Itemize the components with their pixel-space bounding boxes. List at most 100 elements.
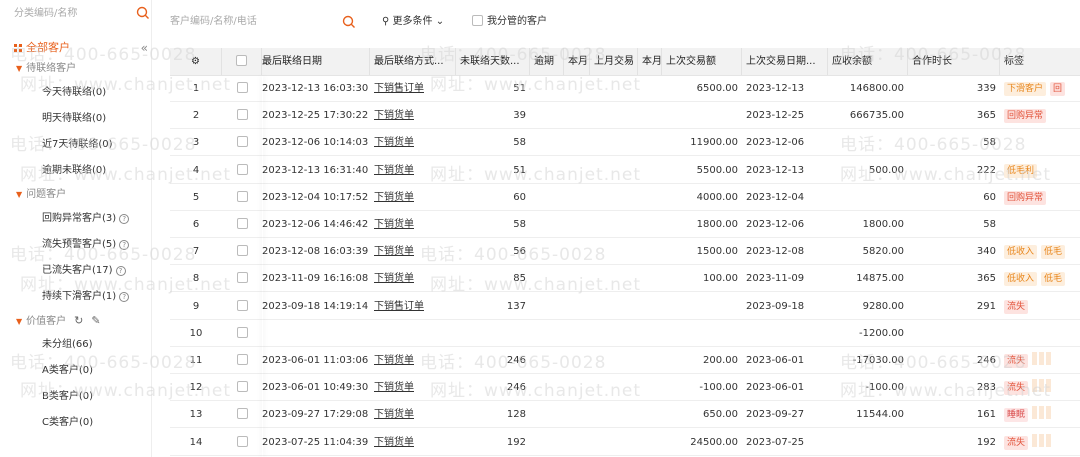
row-checkbox[interactable] (222, 130, 262, 155)
category-tree: 全部客户 « ▼ 待联络客户 今天待联络(0) 明天待联络(0) 近7天待联络(0… (0, 38, 152, 436)
sidebar-item-ungrouped[interactable]: 未分组(66) (0, 332, 152, 358)
edit-icon[interactable]: ✎ (91, 314, 100, 327)
sidebar-item-overdue[interactable]: 逾期未联络(0) (0, 158, 152, 184)
contact-method-link[interactable]: 下销货单 (374, 355, 414, 366)
header-last-month-trade[interactable]: 上月交易 (590, 48, 638, 75)
contact-method-link[interactable]: 下销货单 (374, 437, 414, 448)
contact-method-link[interactable]: 下销货单 (374, 246, 414, 257)
more-conditions-button[interactable]: ⚲ 更多条件 ⌄ (382, 13, 444, 31)
contact-method-link[interactable]: 下销货单 (374, 165, 414, 176)
refresh-icon[interactable]: ↻ (74, 314, 83, 327)
contact-method-link[interactable]: 下销货单 (374, 273, 414, 284)
item-label: 流失预警客户(5) (42, 239, 117, 250)
sidebar-item-today[interactable]: 今天待联络(0) (0, 80, 152, 106)
header-last-trade-amount[interactable]: 上次交易额 (662, 48, 742, 75)
table-row[interactable]: 6 2023-12-06 14:46:42 下销货单 58 1800.00 2023-12… (170, 212, 1080, 238)
table-row[interactable]: 7 2023-12-08 16:03:39 下销货单 56 1500.00 2023-12… (170, 239, 1080, 266)
sidebar-item-7days[interactable]: 近7天待联络(0) (0, 132, 152, 158)
cell-amount: 100.00 (703, 273, 738, 285)
table-row[interactable]: 1 2023-12-13 16:03:30 下销售订单 51 6500.00 2023-1… (170, 76, 1080, 102)
tag-cell: 低收入 低毛 (1000, 266, 1080, 291)
select-all-checkbox[interactable] (222, 48, 262, 75)
header-last-contact-date[interactable]: 最后联络日期 (258, 48, 370, 75)
contact-method-link[interactable]: 下销货单 (374, 137, 414, 148)
row-checkbox[interactable] (222, 266, 262, 291)
row-checkbox[interactable] (222, 76, 262, 101)
contact-method-link[interactable]: 下销货单 (374, 192, 414, 203)
sidebar-item-tomorrow[interactable]: 明天待联络(0) (0, 106, 152, 132)
table-row[interactable]: 10 -1200.00 (170, 321, 1080, 347)
header-cooperation-duration[interactable]: 合作时长 (908, 48, 1000, 75)
cell-days: 246 (506, 382, 526, 394)
cell-recv (828, 430, 908, 455)
table-row[interactable]: 12 2023-06-01 10:49:30 下销货单 246 -100.00 2023-… (170, 375, 1080, 402)
sidebar-item-churned[interactable]: 已流失客户(17)? (0, 258, 152, 284)
sidebar-item-all[interactable]: 全部客户 « (0, 38, 152, 58)
contact-method-link[interactable]: 下销售订单 (374, 83, 424, 94)
header-current-month[interactable]: 本月 (564, 48, 590, 75)
cell-dur: 283 (976, 382, 996, 394)
contact-method-link[interactable]: 下销售订单 (374, 301, 424, 312)
customer-search-input[interactable]: 客户编码/名称/电话 (170, 12, 356, 32)
table-row[interactable]: 14 2023-07-25 11:04:39 下销货单 192 24500.00 2023… (170, 430, 1080, 456)
column-settings-icon[interactable]: ⚙ (170, 48, 222, 75)
sidebar-item-declining[interactable]: 持续下滑客户(1)? (0, 284, 152, 310)
help-icon[interactable]: ? (119, 240, 130, 250)
contact-method-link[interactable]: 下销货单 (374, 409, 414, 420)
table-row[interactable]: 13 2023-09-27 17:29:08 下销货单 128 650.00 2023-0… (170, 402, 1080, 429)
table-row[interactable]: 4 2023-12-13 16:31:40 下销货单 51 5500.00 2023-12… (170, 158, 1080, 184)
table-row[interactable]: 3 2023-12-06 10:14:03 下销货单 58 11900.00 2023-1… (170, 130, 1080, 157)
filter-icon: ⚲ (382, 16, 390, 27)
search-icon[interactable] (136, 6, 150, 23)
row-checkbox[interactable] (222, 402, 262, 427)
table-row[interactable]: 11 2023-06-01 11:03:06 下销货单 246 200.00 2023-0… (170, 348, 1080, 374)
item-label: 持续下滑客户(1) (42, 291, 117, 302)
category-search[interactable]: 分类编码/名称 (14, 6, 150, 24)
tag-badge: 回购异常 (1004, 109, 1047, 124)
cell-txdate: 2023-12-06 (746, 219, 805, 230)
header-tags[interactable]: 标签 (1000, 48, 1080, 75)
row-checkbox[interactable] (222, 185, 262, 210)
group-value[interactable]: ▼ 价值客户 ↻ ✎ (0, 310, 152, 332)
row-checkbox[interactable] (222, 375, 262, 400)
row-checkbox[interactable] (222, 294, 262, 319)
sidebar-item-repurchase[interactable]: 回购异常客户(3)? (0, 206, 152, 232)
help-icon[interactable]: ? (115, 266, 126, 276)
contact-method-link[interactable]: 下销货单 (374, 382, 414, 393)
sidebar-item-class-c[interactable]: C类客户(0) (0, 410, 152, 436)
cell-days: 56 (513, 246, 526, 258)
table-row[interactable]: 2 2023-12-25 17:30:22 下销货单 39 2023-12-25 6667… (170, 103, 1080, 130)
group-pending-contact[interactable]: ▼ 待联络客户 (0, 58, 152, 80)
row-checkbox[interactable] (222, 212, 262, 237)
cell-no: 11 (189, 355, 203, 366)
group-problem[interactable]: ▼ 问题客户 (0, 184, 152, 206)
help-icon[interactable]: ? (119, 214, 130, 224)
table-row[interactable]: 5 2023-12-04 10:17:52 下销货单 60 4000.00 2023-12… (170, 185, 1080, 211)
header-days-no-contact[interactable]: 未联络天数... (456, 48, 530, 75)
contact-method-link[interactable]: 下销货单 (374, 110, 414, 121)
header-overdue[interactable]: 逾期 (530, 48, 564, 75)
header-last-trade-date[interactable]: 上次交易日期... (742, 48, 828, 75)
cell-dur: 161 (976, 409, 996, 421)
row-checkbox[interactable] (222, 158, 262, 183)
row-checkbox[interactable] (222, 239, 262, 264)
my-customers-checkbox[interactable]: 我分管的客户 (472, 13, 547, 31)
sidebar-item-class-a[interactable]: A类客户(0) (0, 358, 152, 384)
search-icon[interactable] (342, 15, 356, 32)
help-icon[interactable]: ? (119, 292, 130, 302)
header-this-month[interactable]: 本月 (638, 48, 662, 75)
table-row[interactable]: 8 2023-11-09 16:16:08 下销货单 85 100.00 2023-11-… (170, 266, 1080, 293)
cell-txdate: 2023-09-27 (746, 409, 805, 421)
collapse-icon[interactable]: « (141, 38, 148, 58)
cell-recv: -17030.00 (852, 355, 904, 366)
sidebar-item-churn-warning[interactable]: 流失预警客户(5)? (0, 232, 152, 258)
sidebar-item-class-b[interactable]: B类客户(0) (0, 384, 152, 410)
row-checkbox[interactable] (222, 430, 262, 455)
table-row[interactable]: 9 2023-09-18 14:19:14 下销售订单 137 2023-09-18 92… (170, 294, 1080, 320)
row-checkbox[interactable] (222, 321, 262, 346)
header-last-contact-method[interactable]: 最后联络方式... (370, 48, 456, 75)
header-receivable[interactable]: 应收余额 (828, 48, 908, 75)
row-checkbox[interactable] (222, 103, 262, 128)
row-checkbox[interactable] (222, 348, 262, 373)
contact-method-link[interactable]: 下销货单 (374, 219, 414, 230)
